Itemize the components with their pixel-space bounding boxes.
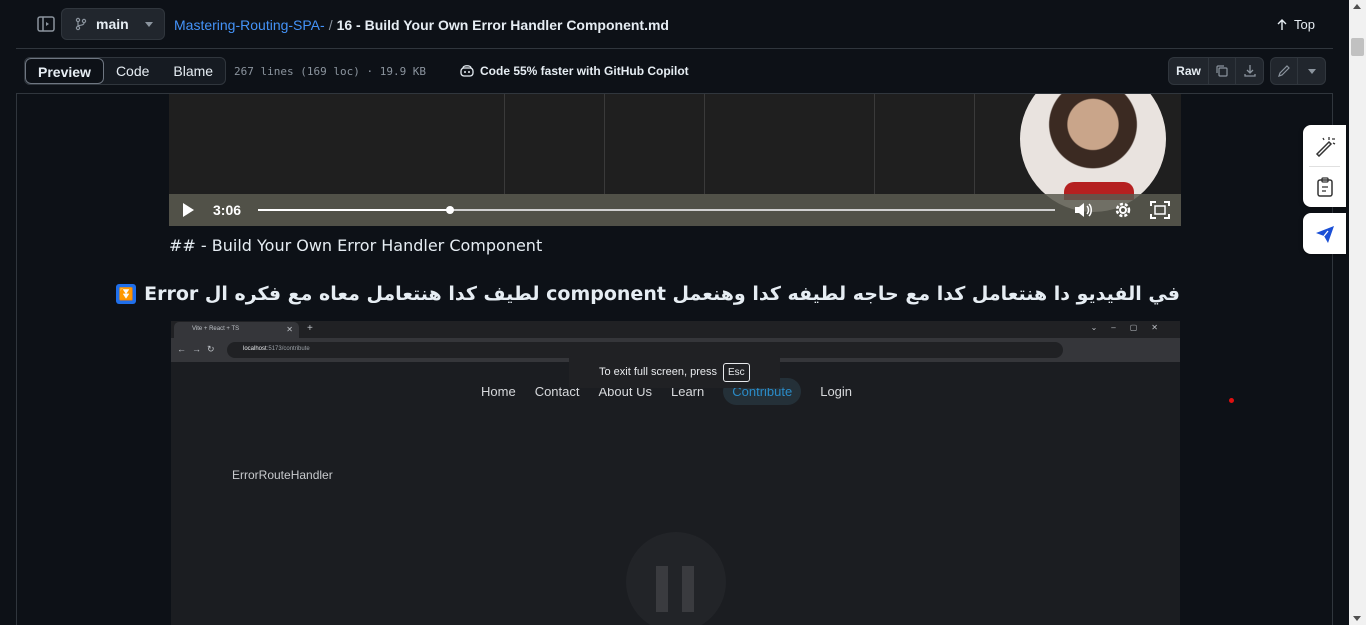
volume-icon[interactable] — [1072, 200, 1094, 220]
scroll-up-icon[interactable] — [1353, 4, 1361, 9]
tab-preview[interactable]: Preview — [25, 58, 104, 84]
browser-tab: Vite + React + TS ✕ — [174, 322, 299, 338]
video-progress-fill — [258, 209, 451, 211]
cursor-dot — [1229, 398, 1234, 403]
arrow-up-icon — [1277, 18, 1287, 30]
window-controls: ⌄–▢✕ — [1090, 323, 1172, 332]
side-panel-button[interactable] — [32, 10, 69, 38]
app-nav-home: Home — [481, 384, 516, 399]
video-progress-knob[interactable] — [446, 206, 455, 214]
pause-icon — [656, 566, 668, 612]
raw-button[interactable]: Raw — [1169, 58, 1209, 84]
new-tab-icon: + — [307, 323, 313, 334]
app-preview: Home Contact About Us Learn Contribute L… — [171, 362, 1180, 625]
breadcrumb-separator: / — [328, 17, 333, 33]
down-arrow-icon: ⏬ — [116, 284, 137, 304]
section-heading: في الفيديو دا هنتعامل كدا مع حاجه لطيفه … — [116, 283, 1180, 305]
send-button[interactable] — [1303, 213, 1346, 254]
video-progress-track[interactable] — [258, 206, 1055, 214]
divider — [604, 94, 605, 194]
floating-toolbar — [1303, 125, 1346, 207]
scroll-down-icon[interactable] — [1353, 616, 1361, 621]
chevron-down-icon — [1307, 68, 1316, 74]
markdown-heading: ## - Build Your Own Error Handler Compon… — [169, 236, 543, 255]
error-text: ErrorRouteHandler — [232, 468, 333, 482]
copy-button[interactable] — [1209, 58, 1236, 84]
browser-tab-strip: Vite + React + TS ✕ + ⌄–▢✕ — [171, 321, 1180, 338]
section-heading-text: في الفيديو دا هنتعامل كدا مع حاجه لطيفه … — [144, 283, 1180, 305]
fullscreen-notice: To exit full screen, press Esc — [569, 356, 780, 388]
file-meta: 267 lines (169 loc) · 19.9 KB — [234, 65, 427, 78]
clipboard-icon[interactable] — [1314, 176, 1336, 198]
scroll-thumb[interactable] — [1351, 38, 1364, 56]
copy-icon — [1216, 65, 1228, 77]
copilot-icon — [460, 65, 474, 77]
app-nav-login: Login — [820, 384, 853, 399]
raw-actions: Raw — [1168, 57, 1264, 85]
pause-overlay — [626, 532, 726, 625]
gear-icon[interactable] — [1112, 200, 1134, 220]
video-controls: 3:06 — [169, 194, 1181, 226]
browser-tab-title: Vite + React + TS — [192, 326, 240, 332]
copilot-label: Code 55% faster with GitHub Copilot — [480, 64, 689, 78]
chevron-down-icon — [144, 21, 153, 27]
edit-button[interactable] — [1271, 58, 1298, 84]
top-label: Top — [1294, 17, 1315, 32]
divider — [874, 94, 875, 194]
close-icon: ✕ — [286, 325, 293, 334]
edit-actions — [1270, 57, 1326, 85]
fullscreen-text: To exit full screen, press — [599, 366, 717, 378]
download-icon — [1243, 65, 1256, 77]
pause-icon — [682, 566, 694, 612]
breadcrumb: Mastering-Routing-SPA-/16 - Build Your O… — [174, 17, 669, 33]
magic-pen-icon[interactable] — [1314, 135, 1336, 157]
play-icon[interactable] — [183, 203, 194, 217]
divider — [504, 94, 505, 194]
url-host: localhost — [243, 346, 267, 352]
video-time: 3:06 — [213, 202, 242, 218]
breadcrumb-repo-link[interactable]: Mastering-Routing-SPA- — [174, 17, 325, 33]
tab-code[interactable]: Code — [104, 58, 161, 84]
divider — [704, 94, 705, 194]
scrollbar[interactable] — [1349, 0, 1366, 625]
top-button[interactable]: Top — [1276, 17, 1315, 32]
view-mode-tabs: Preview Code Blame — [24, 57, 227, 85]
branch-selector[interactable]: main — [61, 8, 165, 40]
sidebar-icon — [37, 16, 55, 32]
breadcrumb-file-name: 16 - Build Your Own Error Handler Compon… — [336, 17, 669, 33]
divider — [974, 94, 975, 194]
file-header: main Mastering-Routing-SPA-/16 - Build Y… — [16, 0, 1333, 49]
copilot-promo[interactable]: Code 55% faster with GitHub Copilot — [459, 64, 689, 78]
esc-key: Esc — [723, 362, 750, 382]
git-branch-icon — [75, 17, 87, 31]
send-icon — [1316, 226, 1334, 243]
video-player[interactable]: 3:06 — [169, 94, 1181, 226]
pencil-icon — [1278, 65, 1290, 77]
file-toolbar: Preview Code Blame 267 lines (169 loc) ·… — [16, 49, 1333, 94]
browser-nav-icons: ←→↻ — [177, 344, 221, 354]
fullscreen-icon[interactable] — [1149, 200, 1171, 220]
tab-blame[interactable]: Blame — [161, 58, 225, 84]
divider — [1309, 166, 1340, 167]
download-button[interactable] — [1236, 58, 1263, 84]
page: main Mastering-Routing-SPA-/16 - Build Y… — [0, 0, 1366, 625]
url-path: :5173/contribute — [266, 346, 310, 352]
branch-name: main — [96, 16, 129, 32]
edit-menu-button[interactable] — [1298, 58, 1325, 84]
